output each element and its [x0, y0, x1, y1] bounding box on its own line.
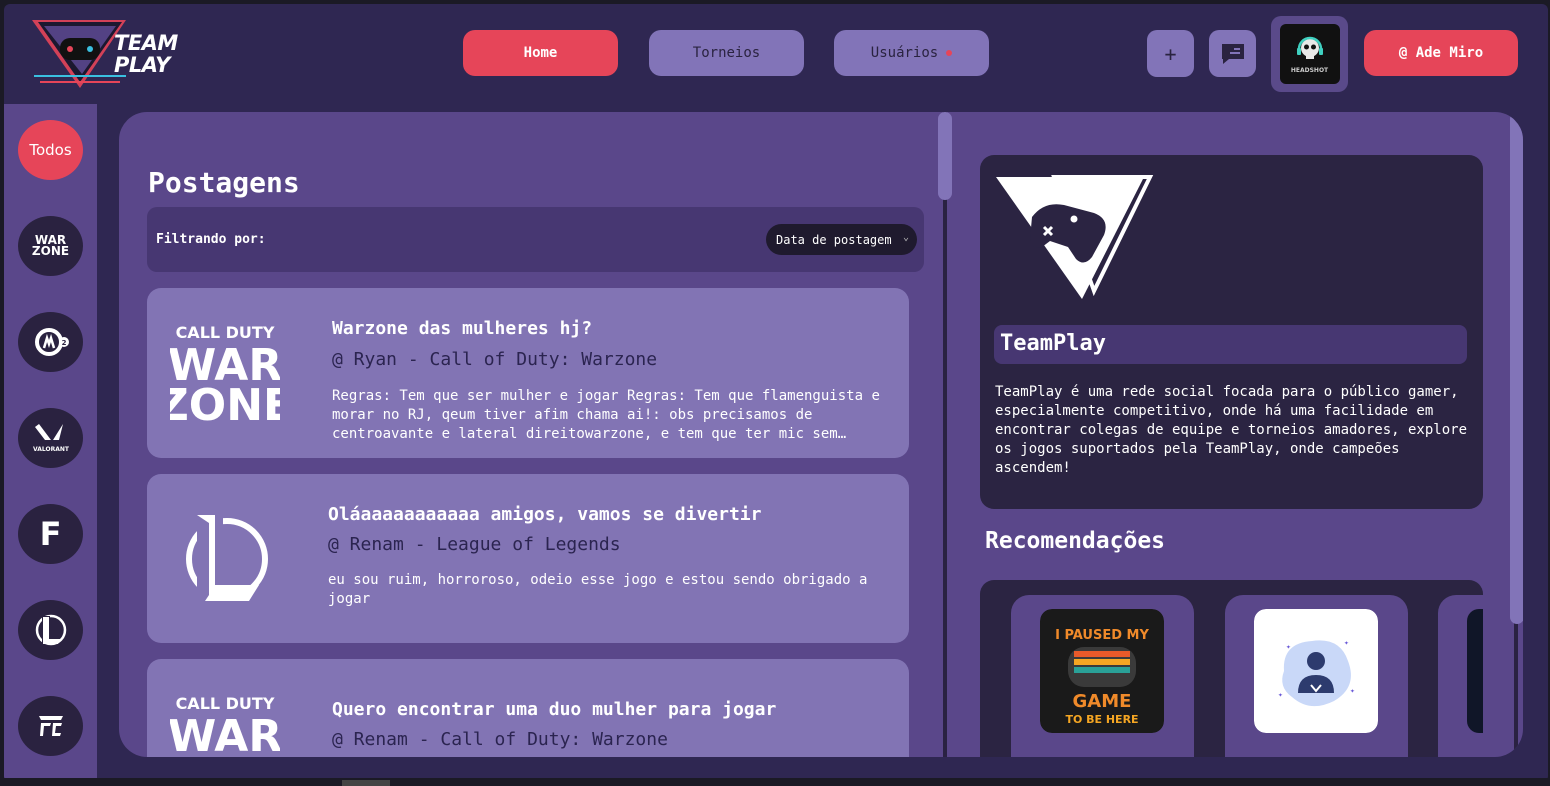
chevron-down-icon: ⌄	[902, 232, 909, 243]
nav-torneios-button[interactable]: Torneios	[649, 30, 804, 76]
logo-line-team: TEAM	[114, 31, 178, 55]
svg-text:✦: ✦	[1350, 686, 1355, 695]
post-author[interactable]: @ Ryan - Call of Duty: Warzone	[332, 349, 657, 370]
svg-text:✦: ✦	[1278, 690, 1283, 699]
info-description: TeamPlay é uma rede social focada para o…	[995, 384, 1468, 476]
svg-text:✦: ✦	[1344, 638, 1349, 647]
main-panel: Postagens Filtrando por: Data de postage…	[119, 112, 1523, 757]
create-post-button[interactable]: +	[1147, 30, 1194, 77]
profile-avatar-button[interactable]: HEADSHOT	[1271, 16, 1348, 92]
post-body: Regras: Tem que ser mulher e jogar Regra…	[332, 388, 880, 442]
warzone-logo-image: CALL DUTY WAR ZONE	[167, 679, 282, 758]
warzone-logo-icon: CALL DUTY WAR ZONE	[170, 694, 280, 758]
sort-select[interactable]: Data de postagem ⌄	[766, 224, 917, 255]
default-user-icon: ✦ ✦ ✦ ✦	[1254, 609, 1378, 733]
league-logo-icon	[185, 512, 268, 603]
post-title[interactable]: Quero encontrar uma duo mulher para joga…	[332, 699, 776, 720]
sort-select-value: Data de postagem	[776, 232, 892, 247]
logo-text: TEAM PLAY	[114, 32, 178, 76]
post-card[interactable]: CALL DUTY WAR ZONE Warzone das mulheres …	[147, 288, 909, 458]
paused-game-avatar: I PAUSED MY GAME TO BE HERE	[1040, 609, 1164, 733]
svg-text:ZONE: ZONE	[170, 380, 280, 426]
post-card[interactable]: Oláaaaaaaaaaaa amigos, vamos se divertir…	[147, 474, 909, 643]
info-title: TeamPlay	[1000, 331, 1106, 356]
notification-dot	[946, 50, 953, 56]
app-window: TEAM PLAY Home Torneios Usuários + HEADS…	[4, 4, 1548, 782]
fc-icon	[38, 716, 63, 736]
recommendation-card[interactable]: I PAUSED MY GAME TO BE HERE	[1011, 595, 1194, 757]
post-author[interactable]: @ Renam - League of Legends	[328, 534, 621, 555]
posts-heading: Postagens	[148, 166, 300, 199]
svg-text:GAME: GAME	[1073, 691, 1132, 712]
post-title[interactable]: Warzone das mulheres hj?	[332, 318, 592, 339]
nav-usuarios-button[interactable]: Usuários	[834, 30, 989, 76]
nav-home-button[interactable]: Home	[463, 30, 618, 76]
svg-text:VALORANT: VALORANT	[33, 446, 70, 453]
user-label: @ Ade Miro	[1398, 45, 1484, 61]
warzone-logo-icon: CALL DUTY WAR ZONE	[170, 323, 280, 426]
nav-usuarios-label: Usuários	[870, 45, 939, 61]
nav-torneios-label: Torneios	[692, 45, 761, 61]
svg-text:ZONE: ZONE	[170, 751, 280, 758]
bottom-scrollbar-thumb[interactable]	[342, 780, 390, 786]
post-title[interactable]: Oláaaaaaaaaaaa amigos, vamos se divertir	[328, 504, 761, 525]
posts-scrollbar-track[interactable]	[943, 112, 947, 757]
svg-text:2: 2	[61, 339, 66, 347]
post-body: eu sou ruim, horroroso, odeio esse jogo …	[328, 572, 868, 607]
valorant-icon: VALORANT	[33, 424, 70, 453]
warzone-logo-image: CALL DUTY WAR ZONE	[167, 308, 282, 433]
teamplay-logo[interactable]: TEAM PLAY	[30, 18, 190, 94]
game-sidebar: Todos WAR ZONE 2 VALORANT F	[4, 104, 97, 782]
post-card[interactable]: CALL DUTY WAR ZONE Quero encontrar uma d…	[147, 659, 909, 757]
teamplay-logo-icon	[996, 175, 1154, 299]
skull-headset-icon	[1296, 36, 1323, 59]
page-scrollbar-thumb[interactable]	[1510, 112, 1523, 624]
bottom-scrollbar[interactable]	[0, 778, 1550, 786]
user-profile-button[interactable]: @ Ade Miro	[1364, 30, 1518, 76]
svg-text:✦: ✦	[1286, 642, 1291, 651]
plus-icon: +	[1164, 41, 1177, 66]
league-logo-image	[167, 494, 282, 619]
posts-scrollbar-thumb[interactable]	[938, 112, 952, 200]
game-filter-league[interactable]	[18, 600, 83, 660]
recommendation-card[interactable]	[1438, 595, 1483, 757]
game-filter-valorant[interactable]: VALORANT	[18, 408, 83, 468]
nav-home-label: Home	[523, 45, 558, 61]
game-filter-fortnite[interactable]: F	[18, 504, 83, 564]
recommendations-carousel: I PAUSED MY GAME TO BE HERE ✦ ✦ ✦ ✦	[980, 580, 1483, 757]
logo-line-play: PLAY	[114, 53, 170, 77]
teamplay-info-card: TeamPlay TeamPlay é uma rede social foca…	[980, 155, 1483, 509]
svg-text:I PAUSED MY: I PAUSED MY	[1055, 628, 1149, 643]
filter-label: Filtrando por:	[156, 232, 266, 247]
post-author[interactable]: @ Renam - Call of Duty: Warzone	[332, 729, 668, 750]
fortnite-icon: F	[39, 515, 62, 553]
league-icon	[35, 614, 66, 646]
messages-button[interactable]	[1209, 30, 1256, 77]
filter-bar: Filtrando por: Data de postagem ⌄	[147, 207, 924, 272]
svg-text:TO BE HERE: TO BE HERE	[1065, 713, 1138, 726]
game-filter-fc[interactable]	[18, 696, 83, 756]
warzone-icon: WAR ZONE	[31, 233, 70, 258]
avatar-caption: HEADSHOT	[1290, 66, 1329, 74]
filter-all-button[interactable]: Todos	[18, 120, 83, 180]
info-title-bar: TeamPlay	[994, 325, 1467, 364]
recommendations-heading: Recomendações	[985, 528, 1166, 554]
filter-all-label: Todos	[29, 141, 72, 159]
game-filter-overwatch[interactable]: 2	[18, 312, 83, 372]
overwatch-icon: 2	[34, 328, 69, 356]
avatar: HEADSHOT	[1279, 24, 1340, 84]
partial-avatar	[1467, 609, 1483, 733]
game-filter-warzone[interactable]: WAR ZONE	[18, 216, 83, 276]
chat-icon	[1221, 43, 1244, 64]
recommendation-card[interactable]: ✦ ✦ ✦ ✦	[1225, 595, 1408, 757]
